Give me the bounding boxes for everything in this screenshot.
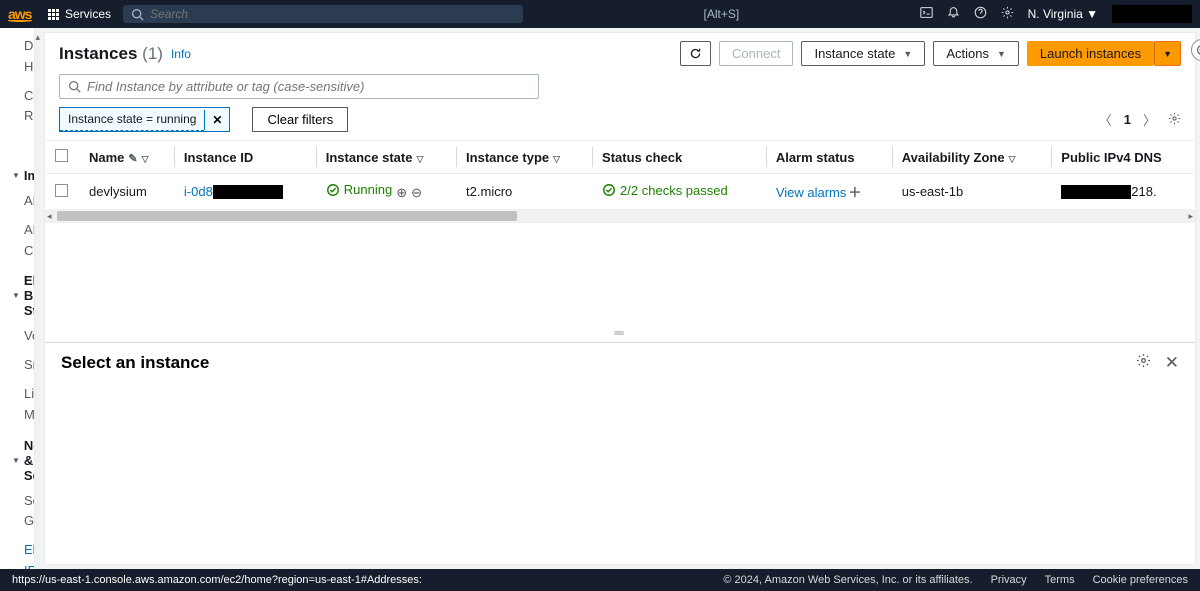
col-alarm-status[interactable]: Alarm status [776,150,855,165]
connect-button[interactable]: Connect [719,41,793,66]
account-menu[interactable] [1112,5,1192,23]
view-alarms-link[interactable]: View alarms [776,185,847,200]
sidebar-item-snapshots[interactable]: Snapshots [10,351,34,380]
sort-icon[interactable]: ▽ [416,154,423,164]
sort-icon[interactable]: ▽ [142,154,149,164]
footer-copyright: © 2024, Amazon Web Services, Inc. or its… [723,574,972,586]
footer-cookie[interactable]: Cookie preferences [1093,574,1188,586]
sidebar-scrollbar[interactable]: ▴ [35,28,40,569]
search-icon [68,80,81,93]
zoom-out-icon[interactable]: ⊖ [411,185,422,200]
sidebar-item-volumes[interactable]: Volumes [10,322,34,351]
refresh-button[interactable] [680,41,711,66]
sidebar-group-ebs[interactable]: Elastic Block Store [10,265,34,322]
cell-name: devlysium [79,174,174,210]
launch-instances-menu[interactable]: ▼ [1154,41,1181,66]
page-next[interactable]: 〉 [1143,110,1156,129]
sort-icon[interactable]: ▽ [1009,154,1016,164]
help-icon[interactable] [974,6,987,22]
info-link[interactable]: Info [171,47,191,61]
cell-instance-id: i-0d8 [174,174,316,210]
sidebar-item-security-groups[interactable]: Security Groups [10,487,34,537]
add-alarm-icon[interactable]: ＋ [848,185,861,200]
services-label: Services [65,7,111,21]
global-search[interactable] [123,5,523,23]
grid-icon [48,9,59,20]
sidebar-item-capacity-reservations[interactable]: Capacity Reservations [10,82,34,132]
sidebar-group-images[interactable]: Images [10,160,34,187]
filter-chip-remove[interactable]: ✕ [204,110,229,130]
col-instance-state[interactable]: Instance state [326,150,413,165]
instance-id-link[interactable]: i-0d8 [184,184,213,199]
page-title: Instances (1) [59,44,163,64]
panel-preferences-icon[interactable] [1136,353,1151,373]
footer: https://us-east-1.console.aws.amazon.com… [0,569,1200,591]
table-row[interactable]: devlysium i-0d8 Running⊕⊖ t2.micro 2/2 c… [45,174,1195,210]
search-shortcut: [Alt+S] [523,7,920,21]
cell-state: Running⊕⊖ [316,174,456,210]
instance-state-menu[interactable]: Instance state▼ [801,41,925,66]
sidebar-item-elastic-ips[interactable]: Elastic IPs [10,536,34,569]
cell-status: 2/2 checks passed [592,174,766,210]
cell-alarm: View alarms＋ [766,174,892,210]
cell-dns: 218. [1051,174,1195,210]
horizontal-scrollbar[interactable]: ◂▸ [45,209,1195,223]
main-panel: Instances (1) Info Connect Instance stat… [44,32,1196,565]
details-title: Select an instance [61,353,209,373]
col-az[interactable]: Availability Zone [902,150,1005,165]
split-handle[interactable]: ═ [45,323,1195,342]
sidebar-item-dedicated-hosts[interactable]: Dedicated Hosts [10,32,34,82]
services-menu[interactable]: Services [40,3,119,25]
region-selector[interactable]: N. Virginia ▼ [1028,7,1098,21]
filter-input[interactable] [87,79,530,94]
instances-table: Name✎▽ Instance ID Instance state▽ Insta… [45,140,1195,209]
actions-menu[interactable]: Actions▼ [933,41,1019,66]
sort-icon[interactable]: ▽ [553,154,560,164]
col-public-dns[interactable]: Public IPv4 DNS [1061,150,1161,165]
filter-input-wrapper[interactable] [59,74,539,99]
settings-icon[interactable] [1001,6,1014,22]
sidebar-item-amis[interactable]: AMIs [10,187,34,216]
sidebar-item-ami-catalog[interactable]: AMI Catalog [10,216,34,266]
col-instance-id[interactable]: Instance ID [184,150,253,165]
page-prev[interactable]: 〈 [1099,110,1112,129]
cloudshell-icon[interactable] [920,6,933,22]
table-settings[interactable] [1168,112,1181,128]
sidebar-group-network-security[interactable]: Network & Security [10,430,34,487]
page-number: 1 [1124,112,1131,127]
close-panel-icon[interactable]: ✕ [1165,353,1179,373]
search-input[interactable] [150,7,515,21]
footer-privacy[interactable]: Privacy [991,574,1027,586]
notifications-icon[interactable] [947,6,960,22]
aws-logo[interactable]: aws [8,6,32,22]
row-checkbox[interactable] [55,184,68,197]
filter-chip: Instance state = running ✕ [59,107,230,132]
clear-filters-button[interactable]: Clear filters [252,107,348,132]
footer-terms[interactable]: Terms [1045,574,1075,586]
cell-type: t2.micro [456,174,592,210]
col-name[interactable]: Name [89,150,124,165]
search-icon [131,8,144,21]
sidebar: Dedicated Hosts Capacity Reservations Ne… [0,28,35,569]
col-status-check[interactable]: Status check [602,150,682,165]
sidebar-item-lifecycle-manager[interactable]: Lifecycle Manager [10,380,34,430]
edit-icon[interactable]: ✎ [128,153,137,165]
status-url: https://us-east-1.console.aws.amazon.com… [12,574,422,586]
filter-chip-text: Instance state = running [60,108,204,131]
select-all-checkbox[interactable] [55,149,68,162]
details-panel: Select an instance ✕ [45,342,1195,383]
zoom-in-icon[interactable]: ⊕ [396,185,407,200]
col-instance-type[interactable]: Instance type [466,150,549,165]
cell-az: us-east-1b [892,174,1052,210]
top-nav: aws Services [Alt+S] N. Virginia ▼ [0,0,1200,28]
launch-instances-button[interactable]: Launch instances [1027,41,1154,66]
